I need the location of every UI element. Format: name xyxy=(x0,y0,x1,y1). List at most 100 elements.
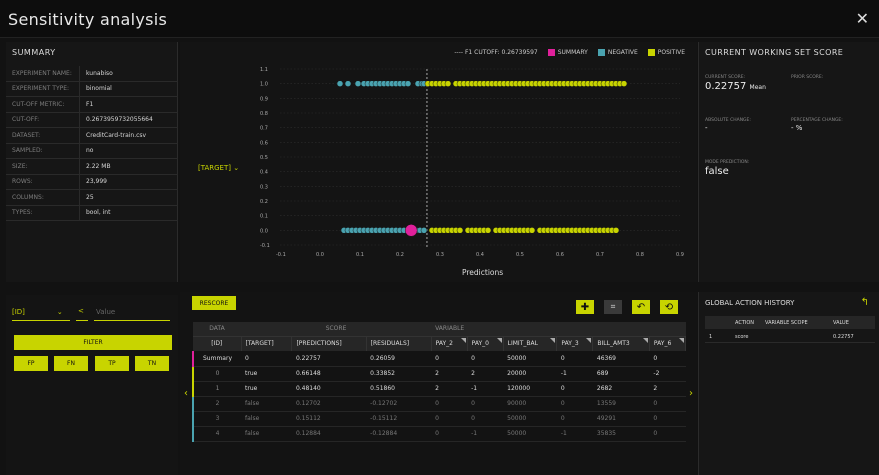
sort-icon[interactable] xyxy=(550,337,556,343)
table-cell: 0 xyxy=(431,411,468,427)
table-cell: -0.12702 xyxy=(366,396,432,412)
table-row[interactable]: 4 false 0.12884 -0.12884 0 -1 50000 -1 35835 0 xyxy=(192,426,686,442)
table-cell: 120000 xyxy=(503,381,557,397)
reset-icon[interactable]: ⟲ xyxy=(660,300,678,314)
close-icon[interactable]: ✕ xyxy=(856,9,869,28)
y-tick-label: 1.0 xyxy=(260,82,268,88)
table-cell: 0 xyxy=(556,411,593,427)
summary-panel: SUMMARY EXPERIMENT NAME: kunabiso EXPERIM… xyxy=(6,42,178,282)
col-header[interactable]: [TARGET] xyxy=(241,336,293,351)
col-header[interactable]: BILL_AMT3 xyxy=(592,336,650,351)
summary-row: EXPERIMENT NAME: kunabiso xyxy=(6,66,178,82)
table-cell: 0.51860 xyxy=(366,381,432,397)
col-header[interactable]: [PREDICTIONS] xyxy=(291,336,367,351)
col-header[interactable]: PAY_3 xyxy=(556,336,594,351)
table-cell: 0.22757 xyxy=(291,351,367,367)
undo-history-icon[interactable]: ↰ xyxy=(861,297,869,308)
table-cell: 0 xyxy=(431,351,468,367)
table-cell: 0 xyxy=(649,396,686,412)
plus-icon[interactable]: ✚ xyxy=(576,300,594,314)
x-tick-label: 0.8 xyxy=(636,252,644,258)
percentage-change-label: PERCENTAGE CHANGE: xyxy=(791,118,843,123)
table-cell: 0 xyxy=(241,351,292,367)
undo-icon[interactable]: ↶ xyxy=(632,300,650,314)
table-cell: 50000 xyxy=(503,411,557,427)
col-header[interactable]: LIMIT_BAL xyxy=(503,336,558,351)
summary-row: SIZE: 2.22 MB xyxy=(6,159,178,175)
y-tick-label: 0.5 xyxy=(260,155,268,161)
current-score-title: CURRENT WORKING SET SCORE xyxy=(705,48,844,57)
fp-button[interactable]: FP xyxy=(14,356,48,371)
table-row[interactable]: 1 true 0.48140 0.51860 2 -1 120000 0 2682 2 xyxy=(192,381,686,397)
col-header[interactable]: PAY_6 xyxy=(649,336,687,351)
table-cell: 689 xyxy=(592,366,650,382)
table-row[interactable]: 3 false 0.15112 -0.15112 0 0 50000 0 49291 0 xyxy=(192,411,686,427)
summary-value: 23,999 xyxy=(86,178,107,186)
col-header[interactable]: PAY_0 xyxy=(467,336,504,351)
table-row[interactable]: 0 true 0.66148 0.33852 2 2 20000 -1 689 -2 xyxy=(192,366,686,382)
table-cell: 0 xyxy=(192,366,241,382)
table-cell: -1 xyxy=(556,426,593,442)
table-cell: true xyxy=(241,381,292,397)
table-cell: 2 xyxy=(431,381,468,397)
col-header[interactable]: PAY_2 xyxy=(431,336,468,351)
negative-point xyxy=(404,80,412,87)
table-cell: 35835 xyxy=(592,426,650,442)
summary-row: SAMPLED: no xyxy=(6,143,178,159)
scroll-right-icon[interactable]: › xyxy=(689,388,693,399)
filter-button[interactable]: FILTER xyxy=(14,335,172,350)
positive-point xyxy=(456,227,464,234)
sort-icon[interactable] xyxy=(496,337,502,343)
y-tick-label: 0.6 xyxy=(260,140,268,146)
fn-button[interactable]: FN xyxy=(54,356,88,371)
table-cell: 0 xyxy=(556,351,593,367)
summary-key: EXPERIMENT NAME: xyxy=(6,66,80,81)
sort-icon[interactable] xyxy=(586,337,592,343)
summary-value: 2.22 MB xyxy=(86,162,111,170)
summary-key: SIZE: xyxy=(6,159,80,174)
id-select-underline xyxy=(12,320,70,321)
table-cell: false xyxy=(241,411,292,427)
col-header[interactable]: [RESIDUALS] xyxy=(366,336,432,351)
history-action: score xyxy=(735,333,749,340)
rescore-button[interactable]: RESCORE xyxy=(192,296,236,310)
table-cell: 2682 xyxy=(592,381,650,397)
table-cell: 0 xyxy=(467,351,504,367)
table-row[interactable]: 2 false 0.12702 -0.12702 0 0 90000 0 13559 0 xyxy=(192,396,686,412)
table-cell: 0 xyxy=(649,351,686,367)
negative-point xyxy=(336,80,344,87)
history-row[interactable]: 1 score 0.22757 xyxy=(705,331,875,343)
value-input[interactable]: Value xyxy=(96,308,115,316)
grid-icon[interactable]: ⌗ xyxy=(604,300,622,314)
x-tick-label: 0.7 xyxy=(596,252,604,258)
table-cell: 2 xyxy=(192,396,241,412)
positive-point xyxy=(484,227,492,234)
summary-row[interactable]: Summary 0 0.22757 0.26059 0 0 50000 0 46369 0 xyxy=(192,351,686,367)
column-header-row: [ID] [TARGET] [PREDICTIONS] [RESIDUALS] … xyxy=(193,336,687,351)
id-select[interactable]: [ID] ⌄ xyxy=(12,308,63,316)
sort-icon[interactable] xyxy=(642,337,648,343)
table-cell: 13559 xyxy=(592,396,650,412)
group-header-row: DATA SCORE VARIABLE xyxy=(193,322,686,337)
x-tick-label: -0.1 xyxy=(276,252,286,258)
tn-button[interactable]: TN xyxy=(135,356,169,371)
table-cell: 2 xyxy=(431,366,468,382)
scroll-left-icon[interactable]: ‹ xyxy=(184,388,188,399)
col-header[interactable]: [ID] xyxy=(193,336,242,351)
history-title: GLOBAL ACTION HISTORY xyxy=(705,299,795,307)
positive-point xyxy=(528,227,536,234)
tp-button[interactable]: TP xyxy=(95,356,129,371)
summary-value: kunabiso xyxy=(86,69,113,77)
chevron-down-icon: ⌄ xyxy=(56,308,63,316)
y-tick-label: 0.7 xyxy=(260,126,268,132)
operator-underline xyxy=(76,320,88,321)
summary-key: TYPES: xyxy=(6,205,80,220)
operator-select[interactable]: < xyxy=(78,307,84,315)
data-table: DATA SCORE VARIABLE [ID] [TARGET] [PREDI… xyxy=(192,322,687,442)
sort-icon[interactable] xyxy=(679,337,684,343)
y-tick-label: 0.0 xyxy=(260,228,268,234)
y-tick-label: -0.1 xyxy=(260,243,270,249)
sort-icon[interactable] xyxy=(460,337,466,343)
current-score-panel: CURRENT WORKING SET SCORE CURRENT SCORE:… xyxy=(698,42,879,282)
table-cell: 49291 xyxy=(592,411,650,427)
